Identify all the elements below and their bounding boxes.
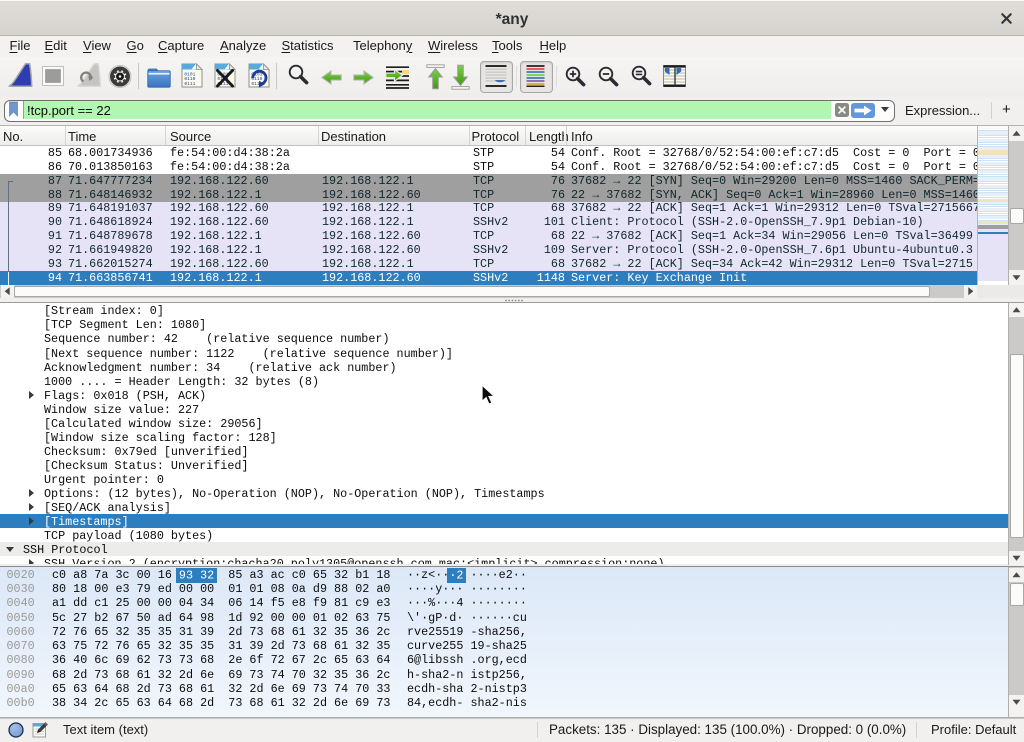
- svg-text:0111: 0111: [184, 81, 195, 87]
